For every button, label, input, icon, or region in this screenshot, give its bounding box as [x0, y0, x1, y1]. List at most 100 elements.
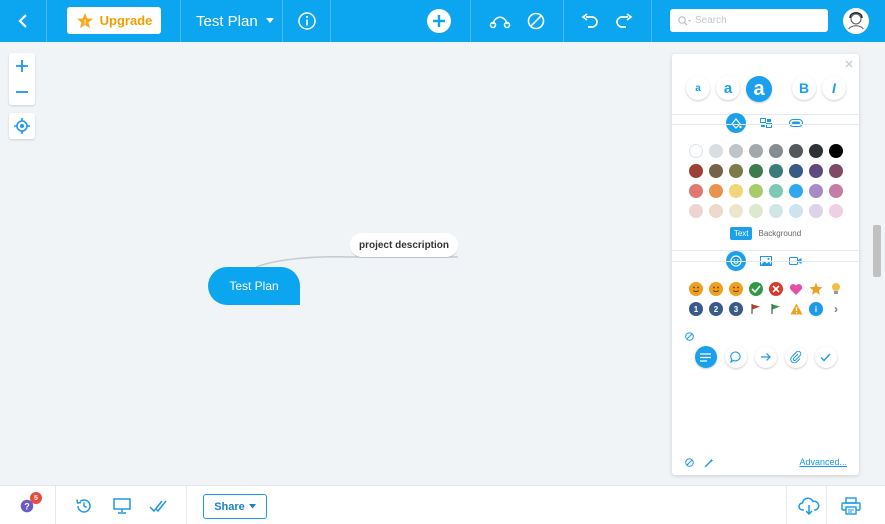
- color-swatch[interactable]: [689, 204, 703, 218]
- warning-icon[interactable]: [789, 302, 803, 316]
- color-swatch[interactable]: [829, 184, 843, 198]
- color-swatch[interactable]: [709, 204, 723, 218]
- color-swatch[interactable]: [749, 204, 763, 218]
- lightbulb-icon[interactable]: [829, 282, 843, 296]
- bold-button[interactable]: B: [792, 76, 816, 100]
- format-panel: a a a B I Text Background 1 2 3 i › Adva…: [672, 54, 859, 475]
- color-swatch[interactable]: [789, 164, 803, 178]
- font-size-medium-button[interactable]: a: [716, 76, 740, 100]
- paint-bucket-icon: [730, 118, 742, 129]
- color-swatch[interactable]: [729, 144, 743, 158]
- color-swatch[interactable]: [789, 184, 803, 198]
- color-swatch[interactable]: [709, 164, 723, 178]
- color-swatch[interactable]: [829, 164, 843, 178]
- color-palette: [689, 144, 843, 218]
- spell-check-button[interactable]: [146, 486, 170, 524]
- color-swatch[interactable]: [769, 144, 783, 158]
- background-color-tab[interactable]: Background: [758, 227, 801, 240]
- priority-number: 3: [733, 304, 739, 314]
- task-tab[interactable]: [814, 346, 837, 368]
- link-tab[interactable]: [754, 346, 777, 368]
- star-icon[interactable]: [809, 282, 823, 296]
- color-swatch[interactable]: [749, 184, 763, 198]
- double-check-icon: [149, 500, 167, 512]
- subtopic[interactable]: project description: [350, 233, 458, 258]
- close-icon: [845, 60, 853, 68]
- shapes-icon: [759, 118, 772, 128]
- priority-icon[interactable]: 2: [709, 302, 723, 316]
- color-swatch[interactable]: [829, 204, 843, 218]
- notification-badge: 5: [30, 492, 42, 504]
- print-button[interactable]: [838, 486, 864, 524]
- italic-button[interactable]: I: [822, 76, 846, 100]
- close-panel-button[interactable]: [845, 57, 853, 71]
- subtopic-label: project description: [358, 239, 449, 251]
- check-icon[interactable]: [749, 282, 763, 296]
- tab-shapes[interactable]: [756, 113, 776, 133]
- advanced-link[interactable]: Advanced...: [799, 457, 847, 467]
- notes-icon: [700, 352, 711, 362]
- emoji-icon[interactable]: [729, 282, 743, 296]
- emoji-icon[interactable]: [709, 282, 723, 296]
- comment-icon: [729, 351, 741, 363]
- priority-icon[interactable]: 3: [729, 302, 743, 316]
- heart-icon[interactable]: [789, 282, 803, 296]
- scrollbar-thumb[interactable]: [873, 225, 881, 277]
- monitor-icon: [113, 497, 131, 514]
- bold-label: B: [798, 80, 810, 96]
- color-swatch[interactable]: [689, 164, 703, 178]
- color-swatch[interactable]: [709, 144, 723, 158]
- attachment-tabs: [672, 346, 859, 368]
- color-swatch[interactable]: [729, 204, 743, 218]
- color-swatch[interactable]: [729, 164, 743, 178]
- font-size-large-button[interactable]: a: [746, 76, 772, 102]
- color-swatch[interactable]: [789, 144, 803, 158]
- color-swatch[interactable]: [769, 164, 783, 178]
- root-topic[interactable]: Test Plan: [208, 267, 300, 305]
- bottom-toolbar: ? 5 Share: [0, 485, 885, 524]
- presentation-button[interactable]: [110, 486, 134, 524]
- color-swatch[interactable]: [769, 204, 783, 218]
- share-label: Share: [214, 500, 245, 513]
- priority-icon[interactable]: 1: [689, 302, 703, 316]
- color-swatch[interactable]: [749, 164, 763, 178]
- printer-icon: [841, 496, 861, 515]
- text-color-tab[interactable]: Text: [729, 227, 753, 240]
- font-style-row: a a a B I: [686, 76, 846, 102]
- emoji-icon[interactable]: [689, 282, 703, 296]
- tab-color[interactable]: [725, 113, 746, 133]
- color-swatch[interactable]: [729, 184, 743, 198]
- more-icons-chevron-icon[interactable]: ›: [829, 302, 843, 316]
- cross-icon[interactable]: [769, 282, 783, 296]
- color-swatch[interactable]: [809, 144, 823, 158]
- color-swatch[interactable]: [809, 204, 823, 218]
- flag-icon[interactable]: [749, 302, 763, 316]
- color-swatch[interactable]: [769, 184, 783, 198]
- tab-borders[interactable]: [786, 113, 806, 133]
- font-size-small-button[interactable]: a: [686, 76, 710, 100]
- icon-grid: 1 2 3 i ›: [689, 282, 843, 316]
- flag-icon[interactable]: [769, 302, 783, 316]
- font-size-small-label: a: [695, 82, 701, 94]
- italic-label: I: [832, 80, 836, 96]
- comment-tab[interactable]: [724, 346, 747, 368]
- attachment-tab[interactable]: [784, 346, 807, 368]
- history-button[interactable]: [72, 486, 96, 524]
- color-swatch[interactable]: [809, 164, 823, 178]
- color-swatch[interactable]: [689, 144, 703, 158]
- info-icon[interactable]: i: [809, 302, 823, 316]
- export-button[interactable]: [796, 486, 822, 524]
- color-target-toggle: Text Background: [672, 227, 859, 240]
- notes-tab[interactable]: [694, 346, 717, 368]
- share-button[interactable]: Share: [203, 494, 267, 519]
- color-swatch[interactable]: [709, 184, 723, 198]
- remove-icon-button[interactable]: [685, 328, 694, 346]
- color-swatch[interactable]: [749, 144, 763, 158]
- color-swatch[interactable]: [789, 204, 803, 218]
- color-swatch[interactable]: [829, 144, 843, 158]
- prohibit-icon[interactable]: [685, 458, 694, 467]
- magic-wand-icon[interactable]: [704, 458, 714, 468]
- color-swatch[interactable]: [689, 184, 703, 198]
- priority-number: 1: [693, 304, 699, 314]
- color-swatch[interactable]: [809, 184, 823, 198]
